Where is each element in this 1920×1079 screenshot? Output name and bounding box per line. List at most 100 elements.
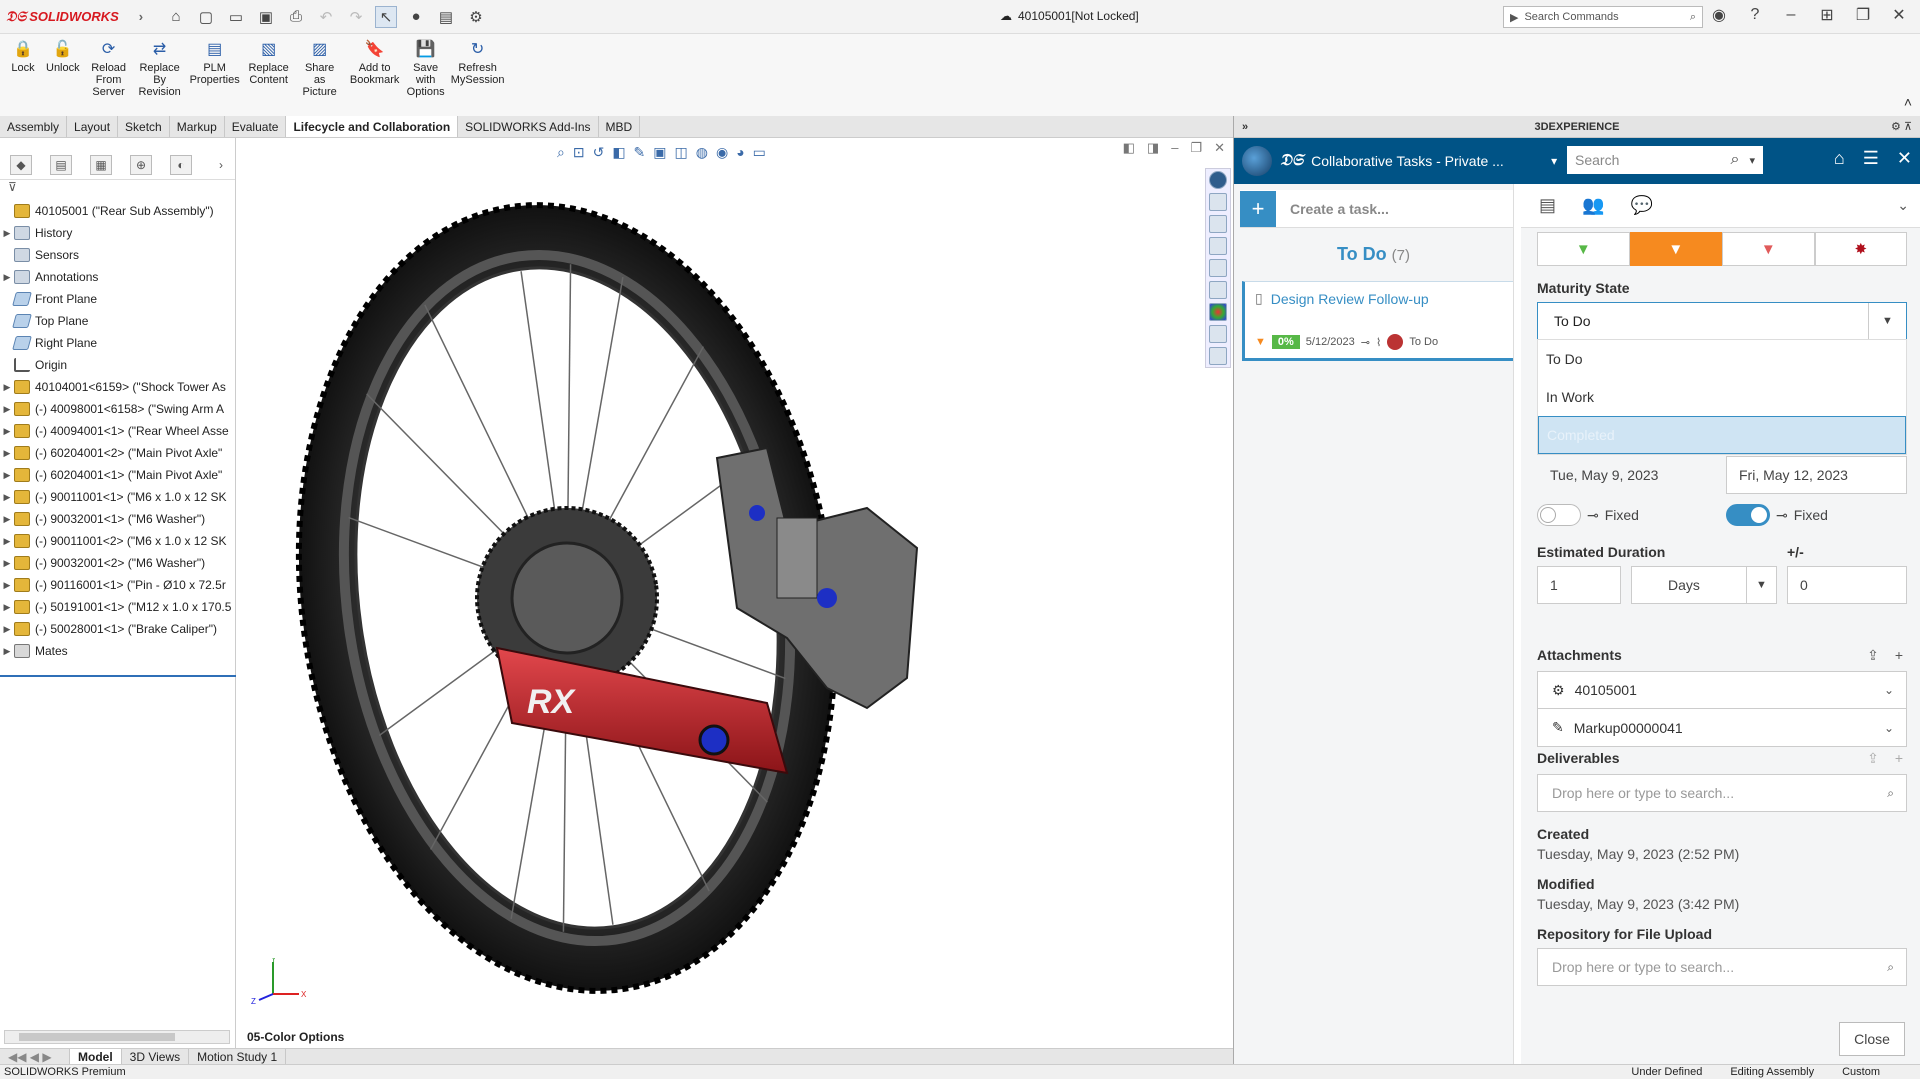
add-task-button[interactable]: + (1240, 190, 1276, 227)
refresh-mysession-button[interactable]: ↻ Refresh MySession (448, 34, 508, 116)
create-task-input[interactable]: Create a task... (1276, 201, 1389, 217)
zoom-to-fit-icon[interactable]: ⌕ (557, 144, 565, 161)
tab-evaluate[interactable]: Evaluate (225, 116, 287, 137)
priority-high-icon[interactable]: ▼ (1722, 232, 1815, 266)
tree-node[interactable]: ▶ (-) 50191001<1> ("M12 x 1.0 x 170.5 (0, 596, 235, 618)
tree-node[interactable]: Front Plane (0, 288, 235, 310)
tag-icon[interactable]: ⌂ (1834, 148, 1845, 169)
option-completed[interactable]: Completed (1538, 416, 1906, 454)
tile-right-icon[interactable]: ◨ (1147, 140, 1159, 156)
expand-arrow-icon[interactable]: ▶ (0, 580, 14, 591)
restore-icon[interactable]: ❐ (1852, 5, 1874, 25)
tab-mbd[interactable]: MBD (599, 116, 641, 137)
panel-settings-icon[interactable]: ⚙ (1891, 121, 1901, 133)
chevron-down-icon[interactable]: ⌄ (1884, 721, 1894, 735)
task-title[interactable]: Design Review Follow-up (1271, 291, 1429, 307)
appearances-icon[interactable] (1209, 303, 1227, 321)
tab-3d-views[interactable]: 3D Views (122, 1049, 190, 1064)
tab-motion-study[interactable]: Motion Study 1 (189, 1049, 287, 1064)
collapse-ribbon-icon[interactable]: ˄ (1904, 94, 1912, 110)
previous-view-icon[interactable]: ↺ (593, 144, 605, 161)
dynamic-annotation-icon[interactable]: ✎ (634, 144, 646, 161)
tree-node[interactable]: ▶ (-) 90032001<1> ("M6 Washer") (0, 508, 235, 530)
properties-tab-icon[interactable]: ▤ (1539, 195, 1556, 216)
traffic-light-icon[interactable]: ● (405, 6, 427, 28)
redo-icon[interactable]: ↷ (345, 6, 367, 28)
print-icon[interactable]: ⎙ (285, 6, 307, 28)
priority-medium-icon[interactable]: ▼ (1629, 232, 1722, 266)
search-icon[interactable]: ⌕ (1731, 151, 1740, 169)
members-tab-icon[interactable]: 👥 (1582, 195, 1604, 216)
property-manager-icon[interactable]: ▤ (50, 154, 72, 175)
graphics-area[interactable]: ⌕ ⊡ ↺ ◧ ✎ ▣ ◫ ◍ ◉ ◕ ▭ ◧ ◨ – ❐ ✕ RX Y X Z… (237, 138, 1233, 1048)
priority-urgent-icon[interactable]: ✸ (1814, 232, 1907, 266)
compass-icon[interactable] (1242, 146, 1272, 176)
feature-manager-icon[interactable]: ◆ (10, 154, 32, 175)
expand-arrow-icon[interactable]: ▶ (0, 492, 14, 503)
reload-from-server-button[interactable]: ⟳ Reload From Server (84, 34, 134, 116)
tree-node[interactable]: ▶ (-) 90032001<2> ("M6 Washer") (0, 552, 235, 574)
plm-properties-button[interactable]: ▤ PLM Properties (186, 34, 244, 116)
expand-arrow-icon[interactable]: ▶ (0, 228, 14, 239)
3dexperience-icon[interactable] (1209, 171, 1227, 189)
doc-close-icon[interactable]: ✕ (1214, 140, 1225, 156)
tree-node[interactable]: ▶ (-) 60204001<2> ("Main Pivot Axle" (0, 442, 235, 464)
close-icon[interactable]: ✕ (1888, 5, 1910, 25)
design-library-icon[interactable] (1209, 215, 1227, 233)
forum-icon[interactable] (1209, 347, 1227, 365)
tree-root[interactable]: 40105001 ("Rear Sub Assembly") (0, 200, 235, 222)
tab-lifecycle-collaboration[interactable]: Lifecycle and Collaboration (286, 116, 459, 137)
tree-node[interactable]: Right Plane (0, 332, 235, 354)
expand-arrow-icon[interactable]: ▶ (0, 602, 14, 613)
appearance-icon[interactable]: ◉ (716, 144, 728, 161)
search-icon[interactable]: ⌕ (1690, 11, 1696, 24)
replace-by-revision-button[interactable]: ⇄ Replace By Revision (134, 34, 186, 116)
rear-wheel-assembly-model[interactable]: RX (267, 188, 1107, 1008)
tab-nav-arrows[interactable]: ◀◀ ◀ ▶ ▶▶ (0, 1049, 70, 1078)
tab-markup[interactable]: Markup (170, 116, 225, 137)
planned-end-field[interactable]: Fri, May 12, 2023 (1726, 456, 1907, 494)
add-icon[interactable]: + (1895, 647, 1903, 664)
file-explorer-icon[interactable] (1209, 237, 1227, 255)
tree-node[interactable]: Top Plane (0, 310, 235, 332)
doc-minimize-icon[interactable]: – (1171, 140, 1178, 156)
chevron-down-icon[interactable]: ▾ (1551, 154, 1557, 168)
dropdown-arrow-icon[interactable]: ▼ (1746, 567, 1776, 603)
filter-icon[interactable]: ⊽ (0, 180, 235, 200)
tab-layout[interactable]: Layout (67, 116, 119, 137)
tree-node[interactable]: ▶ Annotations (0, 266, 235, 288)
undo-icon[interactable]: ↶ (315, 6, 337, 28)
option-in-work[interactable]: In Work (1538, 378, 1906, 416)
tab-sketch[interactable]: Sketch (118, 116, 170, 137)
view-orientation-icon[interactable]: ▣ (653, 144, 666, 161)
tile-icon[interactable]: ⊞ (1816, 5, 1838, 25)
share-as-picture-button[interactable]: ▨ Share as Picture (294, 34, 346, 116)
display-manager-icon[interactable]: ◐ (170, 154, 192, 175)
close-app-icon[interactable]: ✕ (1897, 148, 1912, 169)
tree-node[interactable]: ▶ (-) 40098001<6158> ("Swing Arm A (0, 398, 235, 420)
section-view-icon[interactable]: ◧ (612, 144, 625, 161)
select-pointer-icon[interactable]: ↖ (375, 5, 397, 28)
solidworks-logo[interactable]: 𝔇𝔖 SOLIDWORKS › (0, 8, 143, 25)
chevron-down-icon[interactable]: ⌄ (1897, 197, 1909, 214)
add-icon[interactable]: + (1895, 750, 1903, 767)
configuration-manager-icon[interactable]: ▦ (90, 154, 112, 175)
expand-arrow-icon[interactable]: ▶ (0, 470, 14, 481)
save-icon[interactable]: ▣ (255, 6, 277, 28)
plusminus-input[interactable]: 0 (1787, 566, 1907, 604)
solidworks-resources-icon[interactable] (1209, 193, 1227, 211)
tab-model[interactable]: Model (70, 1049, 122, 1064)
file-properties-icon[interactable]: ▤ (435, 6, 457, 28)
zoom-area-icon[interactable]: ⊡ (573, 144, 585, 161)
expand-arrow-icon[interactable]: ▶ (0, 646, 14, 657)
doc-restore-icon[interactable]: ❐ (1190, 140, 1202, 156)
lock-button[interactable]: 🔒 Lock (4, 34, 42, 116)
start-fixed-toggle[interactable] (1537, 504, 1581, 526)
tree-node[interactable]: Sensors (0, 244, 235, 266)
tree-node[interactable]: ▶ (-) 90011001<1> ("M6 x 1.0 x 12 SK (0, 486, 235, 508)
planned-start-field[interactable]: Tue, May 9, 2023 (1537, 456, 1707, 494)
end-fixed-toggle[interactable] (1726, 504, 1770, 526)
options-gear-icon[interactable]: ⚙ (465, 6, 487, 28)
app-title[interactable]: Collaborative Tasks - Private ... (1311, 153, 1551, 169)
tree-node[interactable]: ▶ History (0, 222, 235, 244)
